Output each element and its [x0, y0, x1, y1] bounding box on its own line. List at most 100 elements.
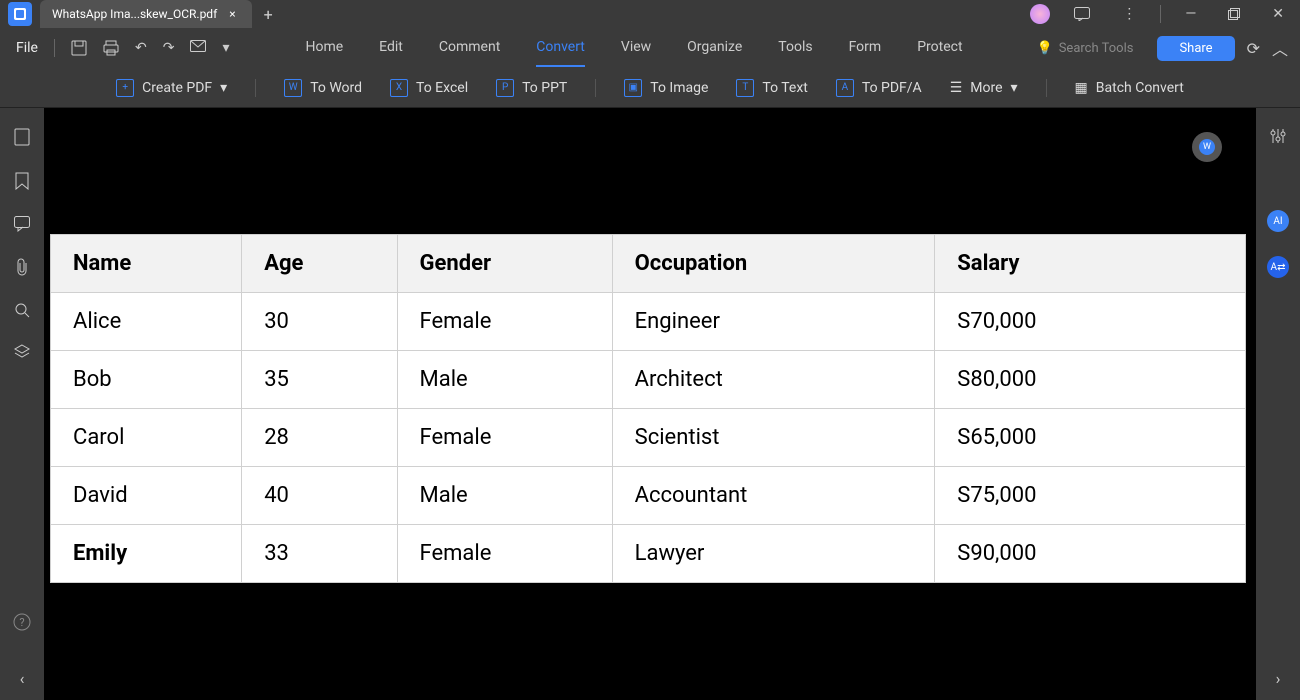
table-cell: Male	[397, 467, 612, 525]
create-pdf-button[interactable]: + Create PDF ▾	[116, 79, 227, 97]
table-cell: 28	[242, 409, 397, 467]
table-cell: S65,000	[935, 409, 1246, 467]
menu-edit[interactable]: Edit	[379, 29, 403, 67]
convert-toolbar: + Create PDF ▾ WTo Word XTo Excel P To PP…	[0, 68, 1300, 108]
sync-icon[interactable]: ⟳	[1247, 39, 1260, 58]
tool-label: To Word	[310, 80, 362, 96]
table-cell: Accountant	[612, 467, 935, 525]
thumbnails-icon[interactable]	[14, 128, 30, 146]
bookmark-icon[interactable]	[15, 172, 29, 190]
title-bar: WhatsApp Ima...skew_OCR.pdf × + ⋮ — ✕	[0, 0, 1300, 28]
translate-icon[interactable]: A⇄	[1267, 256, 1289, 278]
user-avatar[interactable]	[1030, 4, 1050, 24]
to-text-button[interactable]: TTo Text	[736, 79, 808, 97]
dropdown-icon[interactable]: ▾	[222, 40, 229, 56]
menu-home[interactable]: Home	[305, 29, 343, 67]
batch-convert-button[interactable]: ▦Batch Convert	[1075, 80, 1184, 96]
table-row: Emily33FemaleLawyerS90,000	[51, 525, 1246, 583]
close-window-button[interactable]: ✕	[1264, 2, 1292, 26]
maximize-button[interactable]	[1220, 4, 1248, 24]
floating-word-badge[interactable]: W	[1192, 132, 1222, 162]
table-row: David40MaleAccountantS75,000	[51, 467, 1246, 525]
col-header: Salary	[935, 235, 1246, 293]
tool-label: To PPT	[522, 80, 567, 96]
text-icon: T	[736, 79, 754, 97]
layers-icon[interactable]	[14, 344, 30, 360]
menu-form[interactable]: Form	[849, 29, 882, 67]
chevron-down-icon: ▾	[1011, 80, 1018, 96]
menu-organize[interactable]: Organize	[687, 29, 742, 67]
table-cell: Female	[397, 409, 612, 467]
table-cell: Male	[397, 351, 612, 409]
redo-icon[interactable]: ↷	[163, 40, 175, 56]
print-icon[interactable]	[103, 40, 119, 56]
document-canvas[interactable]: W Name Age Gender Occupation Salary Alic…	[44, 108, 1256, 700]
ppt-icon: P	[496, 79, 514, 97]
right-rail: AI A⇄ ›	[1256, 108, 1300, 700]
menu-view[interactable]: View	[621, 29, 651, 67]
document-tab[interactable]: WhatsApp Ima...skew_OCR.pdf ×	[40, 0, 252, 28]
divider	[1160, 5, 1161, 23]
to-image-button[interactable]: ▣To Image	[624, 79, 708, 97]
hamburger-icon: ☰	[950, 80, 963, 96]
sliders-icon[interactable]	[1270, 128, 1286, 144]
attachment-icon[interactable]	[15, 258, 29, 276]
menu-convert[interactable]: Convert	[536, 29, 585, 67]
col-header: Name	[51, 235, 242, 293]
table-cell: 33	[242, 525, 397, 583]
chevron-right-icon[interactable]: ›	[1276, 669, 1281, 688]
ai-icon[interactable]: AI	[1267, 210, 1289, 232]
save-icon[interactable]	[71, 40, 87, 56]
word-mini-icon: W	[1199, 139, 1215, 155]
message-icon[interactable]	[1066, 3, 1098, 25]
grid-icon: ▦	[1075, 80, 1088, 96]
collapse-ribbon-icon[interactable]: ︿	[1272, 36, 1288, 60]
pdfa-icon: A	[836, 79, 854, 97]
col-header: Occupation	[612, 235, 935, 293]
separator	[255, 79, 256, 97]
lightbulb-icon: 💡	[1037, 41, 1053, 56]
to-excel-button[interactable]: XTo Excel	[390, 79, 468, 97]
table-cell: S75,000	[935, 467, 1246, 525]
file-menu[interactable]: File	[0, 40, 54, 56]
menu-tools[interactable]: Tools	[778, 29, 812, 67]
menu-protect[interactable]: Protect	[917, 29, 962, 67]
kebab-menu-icon[interactable]: ⋮	[1114, 2, 1144, 26]
col-header: Age	[242, 235, 397, 293]
tool-label: To Image	[650, 80, 708, 96]
more-button[interactable]: ☰ More ▾	[950, 80, 1018, 96]
table-cell: S90,000	[935, 525, 1246, 583]
undo-icon[interactable]: ↶	[135, 40, 147, 56]
table-cell: S80,000	[935, 351, 1246, 409]
chevron-left-icon[interactable]: ‹	[20, 669, 25, 688]
table-header-row: Name Age Gender Occupation Salary	[51, 235, 1246, 293]
tool-label: To PDF/A	[862, 80, 922, 96]
tool-label: More	[970, 80, 1002, 96]
new-tab-button[interactable]: +	[264, 5, 273, 24]
search-tools-label: Search Tools	[1059, 41, 1134, 56]
close-tab-icon[interactable]: ×	[225, 5, 239, 23]
table-cell: Scientist	[612, 409, 935, 467]
tab-title: WhatsApp Ima...skew_OCR.pdf	[52, 7, 217, 21]
table-cell: 30	[242, 293, 397, 351]
comment-icon[interactable]	[14, 216, 30, 232]
to-ppt-button[interactable]: P To PPT	[496, 79, 567, 97]
search-tools[interactable]: 💡 Search Tools	[1037, 41, 1134, 56]
table-row: Bob35MaleArchitectS80,000	[51, 351, 1246, 409]
table-cell: Lawyer	[612, 525, 935, 583]
table-cell: 40	[242, 467, 397, 525]
tool-label: Create PDF	[142, 80, 212, 96]
help-icon[interactable]: ?	[13, 613, 31, 631]
menu-comment[interactable]: Comment	[439, 29, 500, 67]
table-cell: S70,000	[935, 293, 1246, 351]
data-table: Name Age Gender Occupation Salary Alice3…	[50, 234, 1246, 583]
to-pdfa-button[interactable]: A To PDF/A	[836, 79, 922, 97]
table-cell: 35	[242, 351, 397, 409]
share-button[interactable]: Share	[1157, 36, 1234, 61]
to-word-button[interactable]: WTo Word	[284, 79, 362, 97]
search-icon[interactable]	[14, 302, 30, 318]
minimize-button[interactable]: —	[1177, 2, 1204, 26]
table-row: Carol28FemaleScientistS65,000	[51, 409, 1246, 467]
excel-icon: X	[390, 79, 408, 97]
mail-icon[interactable]	[190, 40, 206, 56]
